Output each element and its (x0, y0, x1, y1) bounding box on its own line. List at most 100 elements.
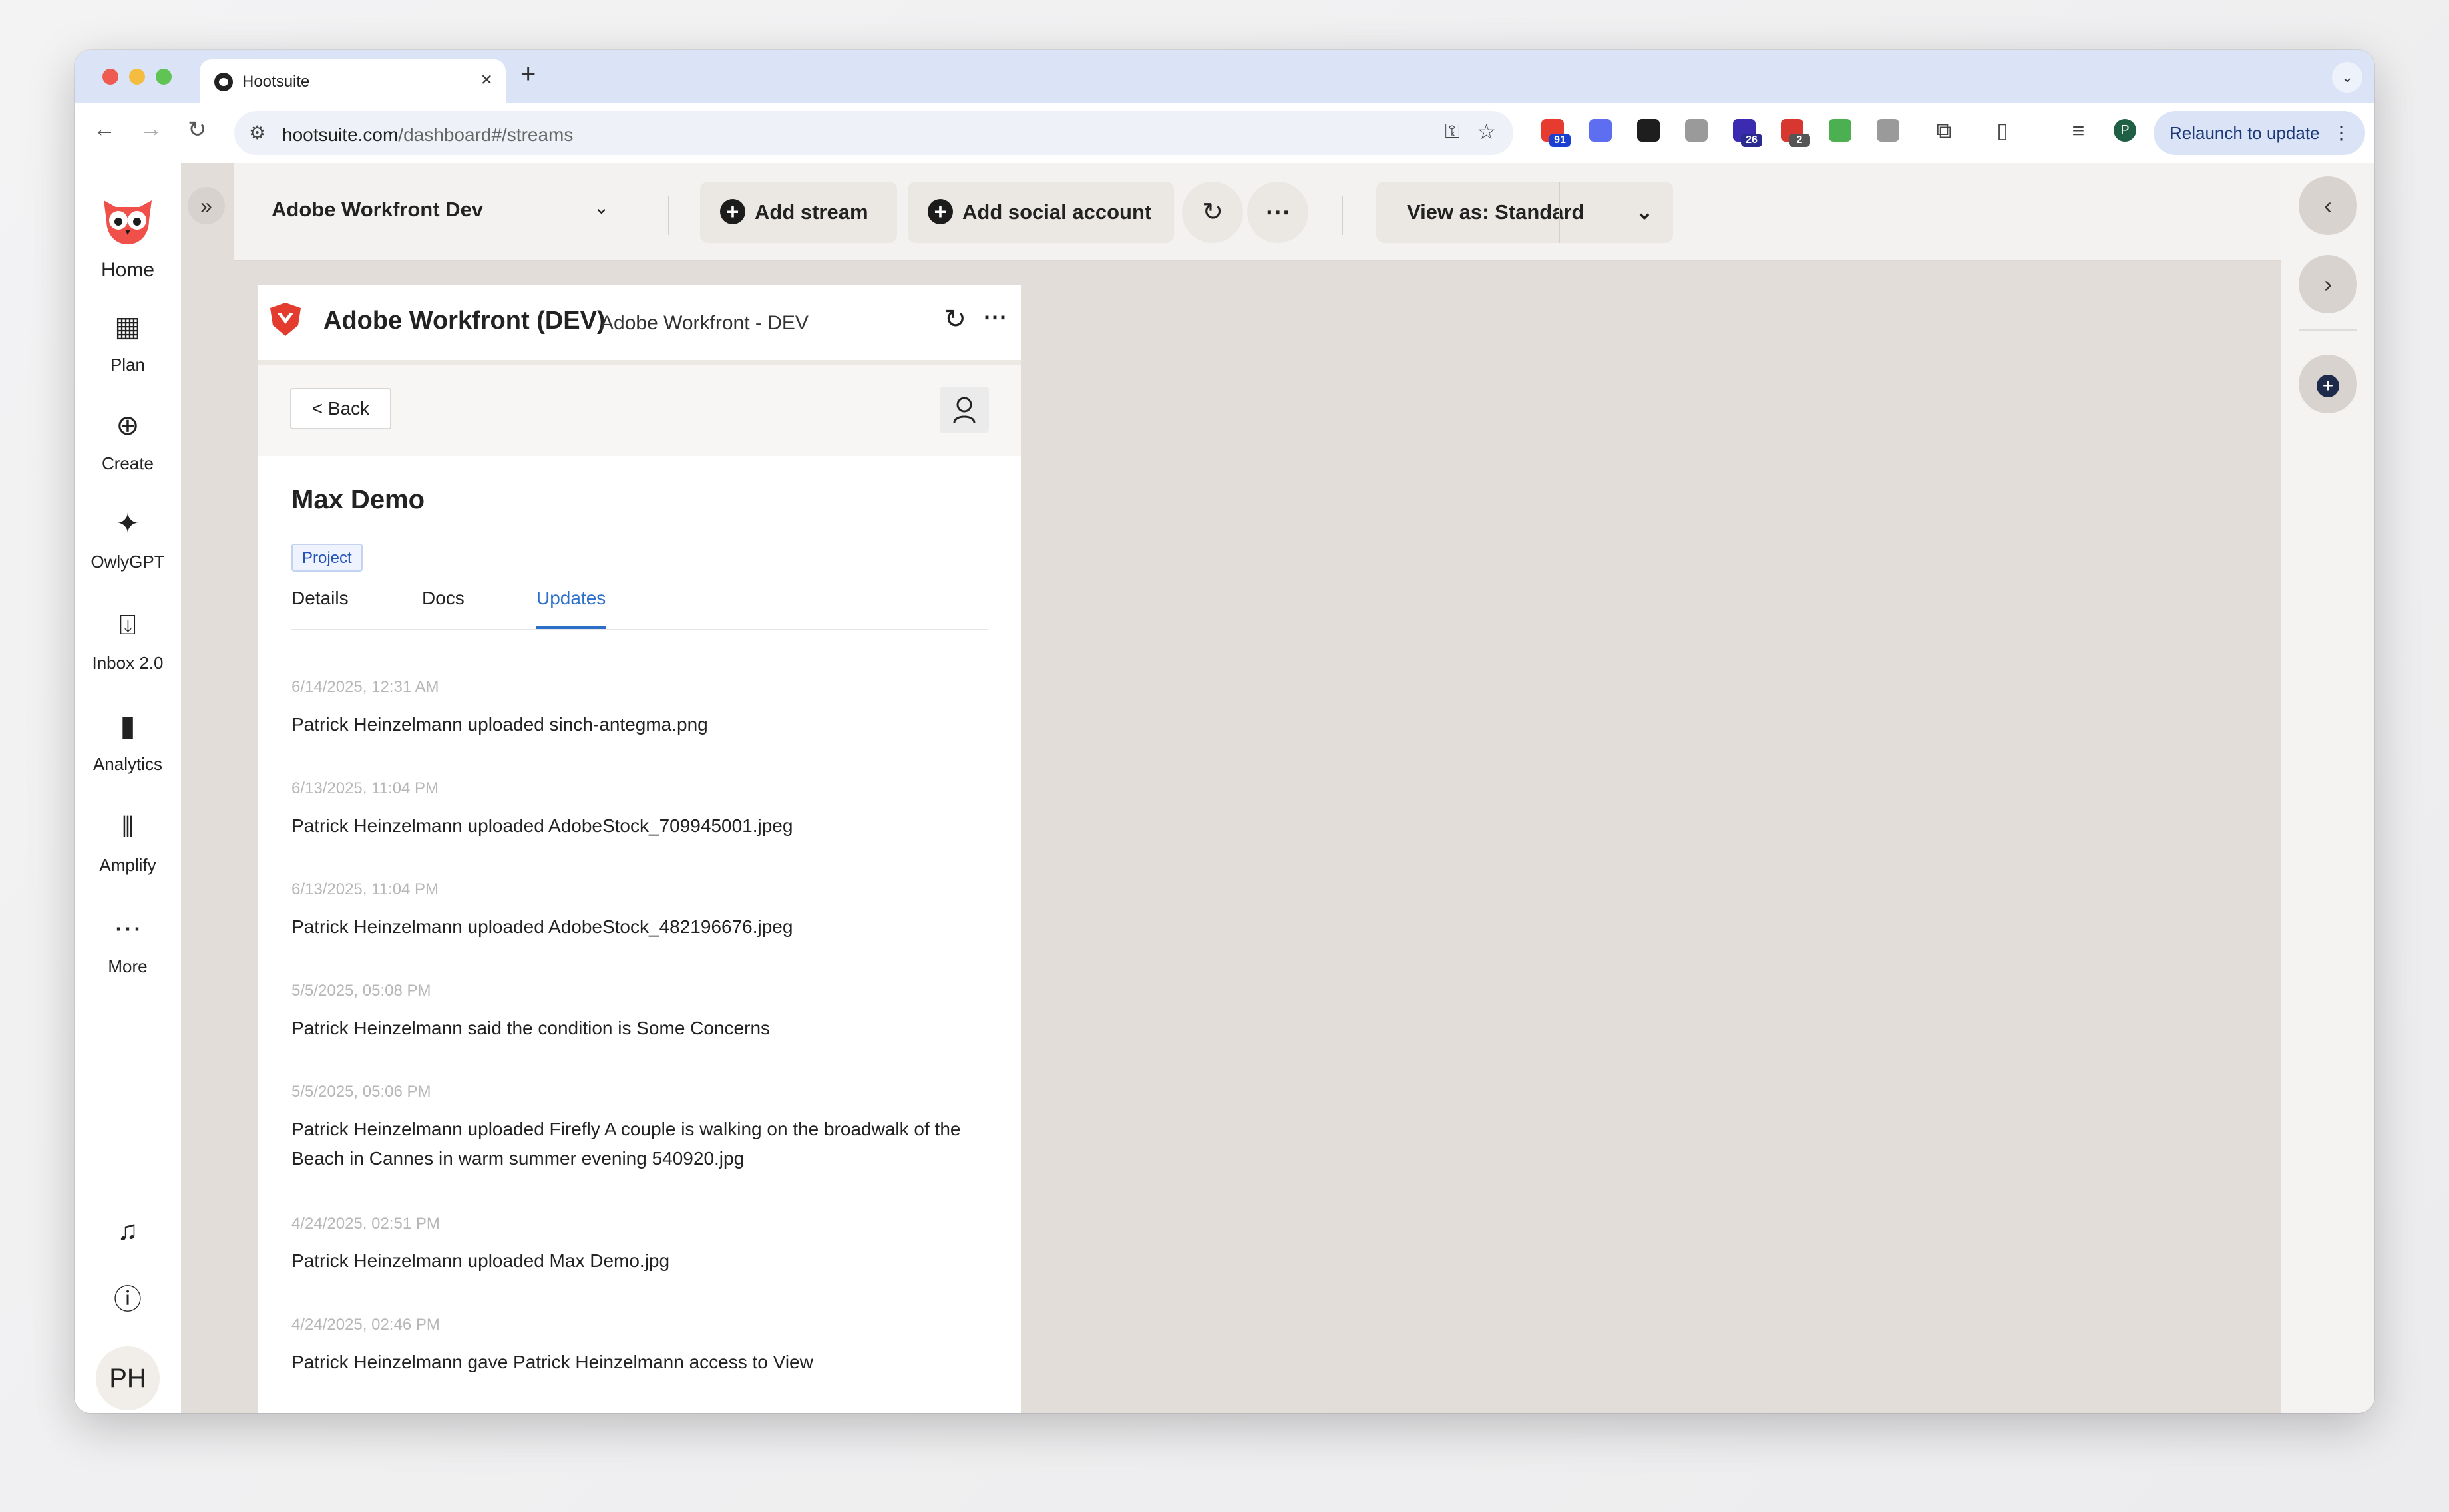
password-key-icon[interactable]: ⚿ (1445, 120, 1460, 143)
bookmark-star-icon[interactable]: ☆ (1477, 119, 1496, 144)
back-arrow-icon[interactable]: ← (93, 116, 116, 142)
more-icon: ⋯ (114, 912, 142, 944)
puzzle-extensions-icon[interactable]: ⧉ (1933, 119, 1955, 142)
close-tab-icon[interactable]: × (480, 69, 492, 91)
list-item: 4/24/2025, 02:51 PM Patrick Heinzelmann … (291, 1215, 997, 1276)
nav-inbox[interactable]: ⍗ Inbox 2.0 (75, 606, 181, 673)
refresh-all-button[interactable]: ↻ (1182, 182, 1243, 243)
project-tabs: Details Docs Updates (291, 588, 988, 630)
user-icon (953, 397, 976, 423)
owl-logo-icon[interactable] (96, 187, 160, 247)
amplify-icon: ⦀ (121, 811, 134, 843)
nav-label: Inbox 2.0 (92, 653, 164, 673)
stream-header: Adobe Workfront (DEV) Adobe Workfront - … (258, 285, 1021, 365)
add-stream-side-button[interactable]: + (2299, 355, 2357, 413)
update-text: Patrick Heinzelmann said the condition i… (291, 1018, 771, 1038)
project-name: Max Demo (291, 485, 425, 514)
chevron-down-icon: ⌄ (1636, 200, 1653, 224)
update-text: Patrick Heinzelmann uploaded sinch-anteg… (291, 714, 708, 735)
scroll-left-button[interactable]: ‹ (2299, 176, 2357, 235)
workspace-selector[interactable]: Adobe Workfront Dev (272, 198, 483, 222)
nav-plan[interactable]: ▦ Plan (75, 308, 181, 375)
scroll-right-button[interactable]: › (2299, 255, 2357, 313)
browser-tab-hootsuite[interactable]: Hootsuite × (200, 59, 506, 103)
update-text: Patrick Heinzelmann gave Patrick Heinzel… (291, 1352, 813, 1372)
plus-circle-icon: + (928, 198, 953, 224)
update-time: 6/13/2025, 11:04 PM (291, 880, 439, 898)
plus-circle-icon: + (720, 198, 745, 224)
nav-more[interactable]: ⋯ More (75, 910, 181, 977)
minimize-window-button[interactable] (129, 69, 145, 85)
plus-circle-icon: ⊕ (116, 409, 140, 441)
nav-label: More (108, 956, 148, 976)
tab-docs[interactable]: Docs (422, 588, 465, 626)
nav-label: Amplify (99, 855, 156, 875)
url-text[interactable]: hootsuite.com/dashboard#/streams (282, 124, 573, 146)
tab-updates[interactable]: Updates (536, 588, 606, 629)
browser-toolbar: ← → ↻ ⚙ hootsuite.com/dashboard#/streams… (75, 103, 2374, 164)
browser-menu-icon[interactable]: ⋮ (2332, 111, 2351, 155)
more-options-button[interactable]: ⋯ (1247, 182, 1308, 243)
address-bar[interactable]: ⚙ hootsuite.com/dashboard#/streams ⚿ ☆ (234, 111, 1513, 155)
hootsuite-app: Home ▦ Plan ⊕ Create ✦ OwlyGPT ⍗ Inbox 2… (75, 163, 2374, 1413)
user-button[interactable] (940, 387, 989, 433)
expand-nav-button[interactable]: » (188, 187, 225, 224)
add-stream-button[interactable]: + Add stream (700, 182, 897, 243)
maximize-window-button[interactable] (156, 69, 172, 85)
update-text: Patrick Heinzelmann uploaded Max Demo.jp… (291, 1250, 670, 1271)
stream-subbar: < Back (258, 365, 1021, 456)
nav-create[interactable]: ⊕ Create (75, 407, 181, 474)
forward-arrow-icon[interactable]: → (140, 116, 162, 142)
mail-extension-icon[interactable]: 91 (1541, 119, 1571, 147)
sparkle-icon: ✦ (116, 508, 140, 539)
adobe-extension-icon[interactable] (1637, 119, 1660, 142)
add-social-account-button[interactable]: + Add social account (908, 182, 1174, 243)
stream-subtitle: Adobe Workfront - DEV (600, 312, 809, 334)
site-info-icon[interactable]: ⚙ (249, 122, 266, 144)
nav-home[interactable]: Home (75, 250, 181, 282)
left-nav: Home ▦ Plan ⊕ Create ✦ OwlyGPT ⍗ Inbox 2… (75, 163, 181, 1413)
media-control-icon[interactable]: ≡ (2067, 119, 2090, 142)
help-icon[interactable]: ⓘ (75, 1281, 181, 1318)
colorwheel-extension-icon[interactable] (1829, 119, 1851, 142)
grad-cap-extension-icon[interactable]: 26 (1733, 119, 1762, 147)
stream-more-icon[interactable]: ⋯ (983, 303, 1008, 331)
reload-icon[interactable]: ↻ (188, 116, 207, 143)
a-extension-icon[interactable] (1877, 119, 1899, 142)
plus-circle-icon: + (2317, 375, 2339, 397)
update-time: 5/5/2025, 05:08 PM (291, 982, 431, 1000)
tab-search-button[interactable]: ⌄ (2332, 62, 2362, 93)
list-item: 6/13/2025, 11:04 PM Patrick Heinzelmann … (291, 880, 997, 942)
reading-list-icon[interactable]: ▯ (1991, 119, 2014, 142)
update-text: Patrick Heinzelmann uploaded AdobeStock_… (291, 815, 793, 836)
profile-avatar[interactable]: P (2114, 119, 2136, 142)
new-tab-button[interactable]: + (520, 59, 536, 89)
notifications-bell-icon[interactable]: ♫ (75, 1212, 181, 1249)
stream-panel: Adobe Workfront (DEV) Adobe Workfront - … (258, 285, 1021, 1413)
browser-window: Hootsuite × + ⌄ ← → ↻ ⚙ hootsuite.com/da… (75, 50, 2374, 1413)
nav-label: Create (101, 453, 154, 473)
calendar-extension-icon[interactable]: 2 (1781, 119, 1810, 147)
tab-details[interactable]: Details (291, 588, 349, 626)
close-window-button[interactable] (102, 69, 118, 85)
update-text: Patrick Heinzelmann uploaded AdobeStock_… (291, 916, 793, 937)
relaunch-button[interactable]: Relaunch to update ⋮ (2154, 111, 2365, 155)
d-extension-icon[interactable] (1589, 119, 1612, 142)
update-text: Patrick Heinzelmann uploaded Firefly A c… (291, 1119, 961, 1169)
list-item: 5/5/2025, 05:06 PM Patrick Heinzelmann u… (291, 1083, 997, 1173)
view-as-selector[interactable]: View as: Standard ⌄ (1376, 182, 1673, 243)
hootsuite-favicon-icon (214, 73, 233, 91)
avatar[interactable]: PH (96, 1346, 160, 1410)
dashboard-topbar: Adobe Workfront Dev ⌄ + Add stream + Add s… (234, 163, 2374, 261)
list-item: 6/13/2025, 11:04 PM Patrick Heinzelmann … (291, 779, 997, 841)
update-time: 5/5/2025, 05:06 PM (291, 1083, 431, 1101)
chevron-down-icon[interactable]: ⌄ (594, 196, 609, 218)
nav-analytics[interactable]: ▮ Analytics (75, 707, 181, 775)
divider (1342, 196, 1343, 235)
refresh-stream-icon[interactable]: ↻ (944, 304, 966, 335)
calendar-icon: ▦ (114, 311, 141, 342)
camera-extension-icon[interactable] (1685, 119, 1708, 142)
nav-amplify[interactable]: ⦀ Amplify (75, 809, 181, 876)
nav-owlygpt[interactable]: ✦ OwlyGPT (75, 505, 181, 572)
back-button[interactable]: < Back (290, 388, 391, 429)
